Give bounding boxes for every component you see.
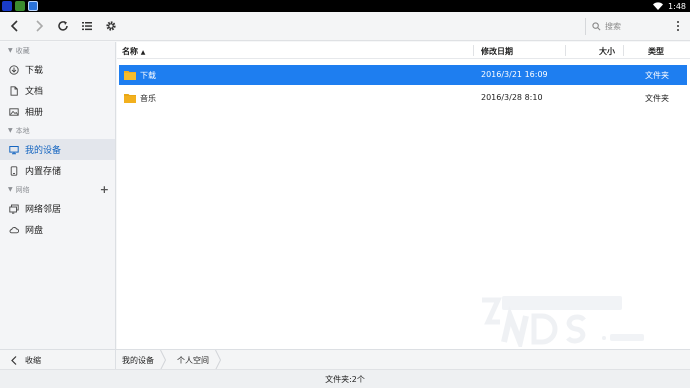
collapse-sidebar-button[interactable]: 收缩 [0,350,116,370]
photo-icon [9,107,19,116]
list-view-icon [82,22,92,31]
file-type: 文件夹 [645,94,669,103]
section-header-network[interactable]: ▼ 网络 + [0,181,115,198]
folder-icon [124,71,136,80]
breadcrumb-item[interactable]: 个人空间 [172,350,227,370]
document-icon [10,85,18,96]
sidebar-item-documents[interactable]: 文档 [0,80,115,101]
search-box[interactable] [585,18,660,35]
cloud-icon [9,226,19,233]
sidebar-item-photos[interactable]: 相册 [0,101,115,122]
file-row-music[interactable]: 音乐 2016/3/28 8:10 文件夹 [119,88,687,108]
status-footer: 文件夹:2个 [0,369,690,388]
system-status-bar: 1:48 [0,0,690,12]
breadcrumb: 我的设备 个人空间 [117,350,227,370]
file-date: 2016/3/21 16:09 [481,70,548,79]
refresh-icon [58,21,68,31]
file-date: 2016/3/28 8:10 [481,93,543,102]
device-icon [9,145,19,154]
collapse-triangle-icon: ▼ [8,47,13,54]
status-app-icons [2,1,38,11]
wifi-icon [653,2,664,10]
list-view-button[interactable] [79,18,95,34]
refresh-button[interactable] [55,18,71,34]
forward-button[interactable] [31,18,47,34]
settings-icon [106,21,116,31]
add-network-icon[interactable]: + [100,183,109,196]
section-header-favorites[interactable]: ▼ 收藏 [0,42,115,59]
app-icon-window [28,1,38,11]
download-icon [9,64,19,75]
forward-icon [36,20,44,32]
column-divider[interactable] [473,45,474,56]
sidebar-item-cloud-drive[interactable]: 网盘 [0,219,115,240]
network-icon [9,204,19,214]
breadcrumb-separator-icon [160,350,166,370]
app-icon-blue [2,1,12,11]
toolbar [0,12,690,41]
file-name: 下载 [140,71,156,80]
file-list-pane: 名称 ▲ 修改日期 大小 类型 下载 2016/3/21 16:09 文件夹 音… [117,42,690,349]
status-time: 1:48 [668,1,686,11]
column-header-row: 名称 ▲ 修改日期 大小 类型 [117,42,690,59]
more-menu-button[interactable] [672,18,684,34]
collapse-triangle-icon: ▼ [8,186,13,193]
back-button[interactable] [7,18,23,34]
android-icon [15,1,25,11]
column-divider[interactable] [565,45,566,56]
section-header-local[interactable]: ▼ 本地 [0,122,115,139]
back-icon [10,20,18,32]
breadcrumb-item[interactable]: 我的设备 [117,350,172,370]
sidebar-item-my-device[interactable]: 我的设备 [0,139,115,160]
bottom-bar: 收缩 我的设备 个人空间 [0,349,690,370]
file-type: 文件夹 [645,71,669,80]
sidebar-item-network-neighbors[interactable]: 网络邻居 [0,198,115,219]
folder-count-text: 文件夹:2个 [325,374,365,384]
sidebar-item-internal-storage[interactable]: 内置存储 [0,160,115,181]
column-header-date[interactable]: 修改日期 [481,46,513,57]
column-header-size[interactable]: 大小 [599,46,615,57]
sort-ascending-icon: ▲ [140,49,146,56]
storage-icon [10,165,18,176]
column-header-name[interactable]: 名称 ▲ [122,46,145,57]
folder-icon [124,94,136,103]
chevron-left-icon [11,355,17,365]
column-header-type[interactable]: 类型 [648,46,664,57]
file-row-download[interactable]: 下载 2016/3/21 16:09 文件夹 [119,65,687,85]
file-name: 音乐 [140,94,156,103]
settings-button[interactable] [103,18,119,34]
sidebar-item-download[interactable]: 下载 [0,59,115,80]
search-input[interactable] [605,22,655,31]
search-icon [592,22,601,31]
column-divider[interactable] [623,45,624,56]
breadcrumb-separator-icon [215,350,221,370]
collapse-triangle-icon: ▼ [8,127,13,134]
sidebar: ▼ 收藏 下载 文档 相册 ▼ 本地 我的设备 内置存储 ▼ 网络 + 网络邻居… [0,42,116,349]
more-vertical-icon [677,21,679,23]
